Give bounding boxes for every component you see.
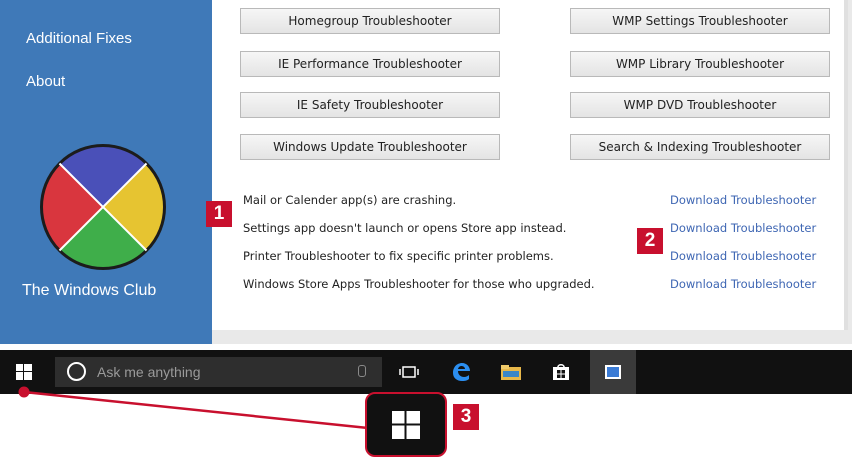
windows-logo-icon [392,410,420,439]
start-button-zoom[interactable] [365,392,447,457]
callout-pointer-line [18,386,369,430]
